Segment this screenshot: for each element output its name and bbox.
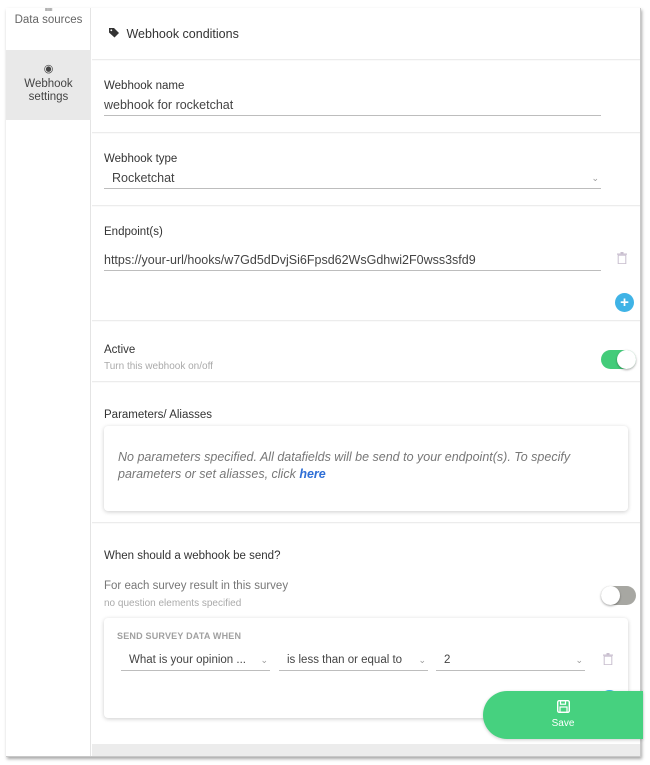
when-label: When should a webhook be send? <box>104 550 281 562</box>
parameters-section: Parameters/ Aliasses No parameters speci… <box>92 383 640 523</box>
sidebar-item-webhook-settings[interactable]: ◉ Webhook settings <box>6 50 91 120</box>
webhook-type-select[interactable]: Rocketchat ⌄ <box>104 169 601 189</box>
save-label: Save <box>551 718 575 729</box>
footer-bar <box>92 744 640 756</box>
each-result-toggle[interactable] <box>601 586 636 605</box>
chevron-down-icon: ⌄ <box>591 173 599 183</box>
tag-icon <box>109 28 123 41</box>
active-toggle[interactable] <box>601 350 636 369</box>
each-result-label: For each survey result in this survey <box>104 580 289 592</box>
page-title: Webhook conditions <box>109 27 239 41</box>
webhook-type-label: Webhook type <box>104 153 178 165</box>
add-endpoint-button[interactable]: + <box>615 293 634 312</box>
page-header: Webhook conditions <box>92 8 640 60</box>
endpoints-label: Endpoint(s) <box>104 226 163 238</box>
conditions-title: SEND SURVEY DATA WHEN <box>117 631 242 641</box>
sidebar-item-data-sources[interactable]: ▦ Data sources <box>6 8 91 50</box>
webhook-name-input[interactable]: webhook for rocketchat <box>104 96 601 116</box>
webhook-name-section: Webhook name webhook for rocketchat <box>92 61 640 133</box>
chevron-down-icon: ⌄ <box>418 655 426 665</box>
condition-value-select[interactable]: 2 ⌄ <box>436 650 585 671</box>
sidebar-item-label-line2: settings <box>28 91 69 103</box>
endpoints-section: Endpoint(s) https://your-url/hooks/w7Gd5… <box>92 207 640 321</box>
webhook-name-label: Webhook name <box>104 80 185 92</box>
sidebar: ▦ Data sources ◉ Webhook settings <box>6 8 91 756</box>
active-section: Active Turn this webhook on/off <box>92 322 640 382</box>
condition-question-select[interactable]: What is your opinion ... ⌄ <box>121 650 270 671</box>
sidebar-item-label: Data sources <box>14 14 83 26</box>
active-label: Active <box>104 344 136 356</box>
parameters-here-link[interactable]: here <box>299 467 325 481</box>
condition-operator-select[interactable]: is less than or equal to ⌄ <box>279 650 428 671</box>
toggle-knob <box>617 350 636 369</box>
delete-endpoint-icon[interactable] <box>617 252 627 267</box>
webhook-type-value: Rocketchat <box>112 171 175 185</box>
endpoint-input[interactable]: https://your-url/hooks/w7Gd5dDvjSi6Fpsd6… <box>104 251 601 271</box>
main-panel: Webhook conditions Webhook name webhook … <box>92 8 640 756</box>
parameters-label: Parameters/ Aliasses <box>104 409 213 421</box>
delete-condition-icon[interactable] <box>603 653 613 668</box>
toggle-knob <box>601 586 620 605</box>
radio-target-icon: ◉ <box>43 63 54 75</box>
webhook-type-section: Webhook type Rocketchat ⌄ <box>92 134 640 206</box>
active-sublabel: Turn this webhook on/off <box>104 361 213 372</box>
floppy-disk-icon <box>483 699 643 716</box>
app-frame: ▦ Data sources ◉ Webhook settings Webhoo… <box>6 8 641 757</box>
sidebar-item-label-line1: Webhook <box>24 78 73 90</box>
each-result-sublabel: no question elements specified <box>104 598 242 609</box>
parameters-message: No parameters specified. All datafields … <box>118 450 571 481</box>
save-button[interactable]: Save <box>483 691 643 739</box>
chevron-down-icon: ⌄ <box>260 655 268 665</box>
chevron-down-icon: ⌄ <box>575 655 583 665</box>
parameters-card: No parameters specified. All datafields … <box>104 426 628 511</box>
